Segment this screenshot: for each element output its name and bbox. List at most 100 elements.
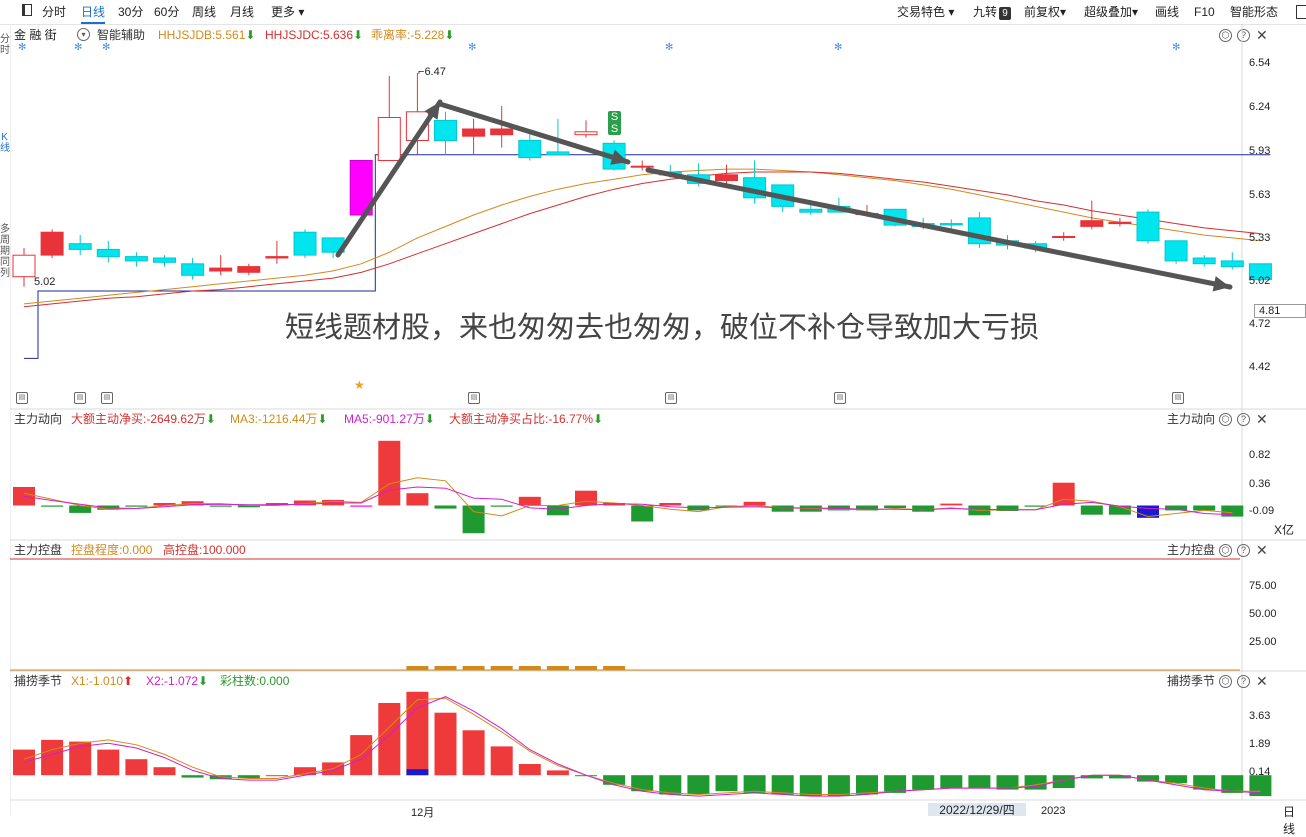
close-icon[interactable]: ✕	[1256, 674, 1268, 688]
candle-body	[12, 254, 36, 278]
zldx-legend-1-value: 大额主动净买:-2649.62万	[71, 412, 206, 426]
current-price-label: 4.81	[1254, 304, 1306, 318]
blj-bar	[856, 775, 878, 795]
blj-bar	[799, 775, 822, 797]
arrow-down-icon: ⬇	[424, 412, 435, 426]
calendar-event-icon[interactable]: ▤	[468, 392, 480, 404]
zlkp-bar	[518, 666, 541, 670]
candle-body	[377, 117, 401, 161]
kline-chart-area[interactable]	[0, 0, 1306, 816]
blj-legend-2-value: X2:-1.072	[146, 674, 199, 688]
zldx-bar	[406, 493, 429, 506]
blj-bar	[968, 775, 991, 788]
x-axis-date-label: 2022/12/29/四	[928, 803, 1026, 817]
arrow-up-icon: ⬆	[123, 674, 134, 688]
arrow-down-icon: ⬇	[198, 674, 209, 688]
close-icon[interactable]: ✕	[1256, 412, 1268, 426]
blj-bar	[490, 746, 513, 776]
blj-bar	[125, 759, 148, 776]
candle-body	[462, 128, 486, 137]
arrow-down-icon: ⬇	[593, 412, 604, 426]
help-icon[interactable]: ?	[1237, 675, 1250, 688]
zldx-legend-2: MA3:-1216.44万⬇	[230, 411, 327, 427]
zldx-bar	[884, 505, 907, 508]
zldx-bar	[940, 503, 963, 506]
blj-bar	[41, 739, 64, 776]
panel-blj-name-right[interactable]: 捕捞季节	[1167, 673, 1215, 689]
blj-bar	[631, 775, 654, 792]
settings-hex-icon[interactable]: ⬡	[1219, 413, 1232, 426]
zlkp-bar	[434, 666, 457, 670]
zldx-bar	[209, 505, 232, 507]
zlkp-bar	[462, 666, 485, 670]
candle-body	[546, 151, 570, 156]
zldx-bar	[771, 505, 794, 512]
blj-bar	[1249, 775, 1272, 797]
y-tick-label: 4.72	[1249, 318, 1271, 330]
zldx-legend-3: MA5:-901.27万⬇	[344, 411, 435, 427]
star-icon[interactable]: ★	[354, 378, 365, 392]
event-marker-icon[interactable]: ✻	[665, 42, 673, 53]
y-tick-label: 4.42	[1249, 361, 1271, 373]
blj-bar	[350, 735, 373, 776]
event-marker-icon[interactable]: ✻	[468, 42, 476, 53]
blj-bar	[771, 775, 794, 795]
candle-body	[40, 231, 64, 256]
candle-body	[939, 223, 963, 226]
help-icon[interactable]: ?	[1237, 413, 1250, 426]
blj-bar	[13, 749, 35, 776]
settings-hex-icon[interactable]: ⬡	[1219, 544, 1232, 557]
zldx-legend-3-value: MA5:-901.27万	[344, 412, 425, 426]
panel-zldx-name-right[interactable]: 主力动向	[1167, 411, 1215, 427]
x-axis-year-label: 2023	[1041, 805, 1066, 817]
candle-body	[518, 139, 542, 159]
zldx-ma3-line	[23, 477, 1233, 518]
blj-bar	[434, 712, 457, 776]
blj-bar	[153, 767, 176, 776]
calendar-event-icon[interactable]: ▤	[16, 392, 28, 404]
zldx-bar	[518, 496, 541, 506]
blj-legend-3: 彩柱数:0.000	[220, 674, 290, 688]
zldx-bar	[434, 505, 457, 509]
calendar-event-icon[interactable]: ▤	[665, 392, 677, 404]
blj-bar	[378, 703, 401, 776]
panel-blj-title[interactable]: 捕捞季节	[14, 673, 62, 689]
calendar-event-icon[interactable]: ▤	[834, 392, 846, 404]
blj-bar	[546, 770, 569, 776]
close-icon[interactable]: ✕	[1256, 543, 1268, 557]
calendar-event-icon[interactable]: ▤	[1172, 392, 1184, 404]
zldx-bar	[743, 501, 766, 506]
event-marker-icon[interactable]: ✻	[834, 42, 842, 53]
candle-body	[265, 256, 289, 259]
zlkp-bar	[546, 666, 569, 670]
y-tick-label: 6.24	[1249, 101, 1271, 113]
candle-body	[490, 128, 514, 136]
panel-zlkp-title[interactable]: 主力控盘	[14, 542, 62, 558]
blj-legend-1: X1:-1.010⬆	[71, 673, 133, 689]
blj-bar	[884, 775, 907, 793]
help-icon[interactable]: ?	[1237, 544, 1250, 557]
blj-bar	[1024, 775, 1047, 790]
blj-y-tick: 1.89	[1249, 738, 1271, 750]
zldx-bar	[912, 505, 935, 512]
zldx-y-tick: 0.36	[1249, 478, 1271, 490]
zldx-bar	[546, 505, 569, 516]
blj-bar	[715, 775, 738, 792]
settings-hex-icon[interactable]: ⬡	[1219, 675, 1232, 688]
panel-zlkp-name-right[interactable]: 主力控盘	[1167, 542, 1215, 558]
calendar-event-icon[interactable]: ▤	[101, 392, 113, 404]
x-axis-month-label: 12月	[411, 807, 435, 819]
sell-signal-badge[interactable]: SS	[608, 111, 621, 135]
calendar-event-icon[interactable]: ▤	[74, 392, 86, 404]
event-marker-icon[interactable]: ✻	[74, 42, 82, 53]
panel-zldx-title[interactable]: 主力动向	[14, 411, 62, 427]
y-tick-label: 5.02	[1249, 275, 1271, 287]
zldx-y-tick: -0.09	[1249, 505, 1275, 517]
event-marker-icon[interactable]: ✻	[102, 42, 110, 53]
event-marker-icon[interactable]: ✻	[18, 42, 26, 53]
event-marker-icon[interactable]: ✻	[1172, 42, 1180, 53]
candle-body	[1192, 257, 1216, 265]
sell-signal-letter: S	[610, 111, 619, 123]
candle-body	[434, 119, 457, 142]
candle-body	[574, 131, 598, 136]
